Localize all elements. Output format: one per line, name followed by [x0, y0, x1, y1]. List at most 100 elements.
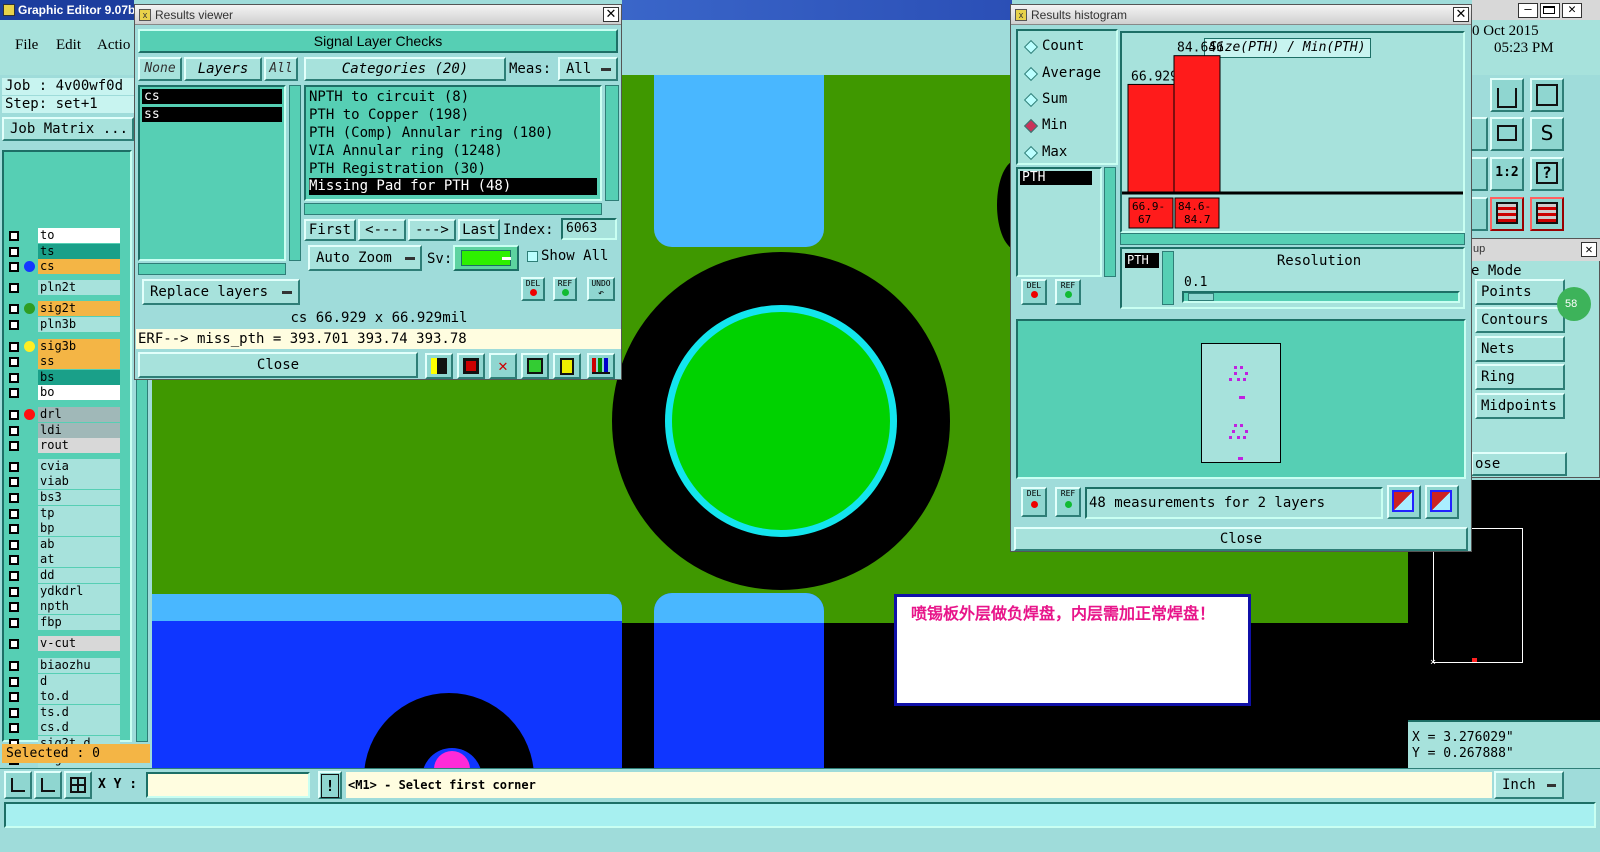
layer-checkbox[interactable] — [9, 262, 19, 273]
layer-checkbox[interactable] — [9, 477, 19, 488]
type-item-pth[interactable]: PTH — [1020, 171, 1092, 185]
first-button[interactable]: First — [304, 219, 356, 241]
layer-row-biaozhu[interactable]: biaozhu — [6, 658, 122, 673]
average-radio[interactable] — [1023, 66, 1039, 82]
toolbar-icon-1[interactable] — [425, 353, 453, 379]
toolbar-icon-3[interactable]: ✕ — [489, 353, 517, 379]
layer-row-d[interactable]: d — [6, 673, 122, 689]
toolbar-icon-2[interactable] — [457, 353, 485, 379]
units-dropdown[interactable]: Inch — [1494, 771, 1564, 799]
results-viewer-titlebar[interactable]: x Results viewer ✕ — [135, 5, 621, 25]
all-layers-button[interactable]: All — [264, 57, 298, 81]
grid-tool-icon[interactable] — [64, 771, 92, 799]
house-icon[interactable] — [1490, 78, 1524, 112]
replace-layers-dropdown[interactable]: Replace layers — [142, 279, 300, 305]
layer-checkbox[interactable] — [9, 341, 19, 352]
layer-row-viab[interactable]: viab — [6, 474, 122, 490]
prev-button[interactable]: <--- — [358, 219, 406, 241]
layer-checkbox[interactable] — [9, 692, 19, 703]
preview-del-button[interactable]: DEL — [1021, 487, 1047, 517]
sub-panel-close-icon[interactable]: ✕ — [1581, 242, 1597, 257]
nets-button[interactable]: Nets — [1475, 336, 1565, 362]
layer-row-drl[interactable]: drl — [6, 407, 122, 422]
category-item-selected[interactable]: Missing Pad for PTH (48) — [309, 178, 597, 195]
show-all-checkbox[interactable] — [527, 251, 538, 262]
layer-checkbox[interactable] — [9, 524, 19, 535]
layer-checkbox[interactable] — [9, 246, 19, 257]
layer-checkbox[interactable] — [9, 586, 19, 597]
export-icon-button[interactable] — [1387, 485, 1421, 519]
layer-row-ts-d[interactable]: ts.d — [6, 704, 122, 720]
layer-row-pln2t[interactable]: pln2t — [6, 279, 122, 295]
toolbar-icon-6[interactable] — [587, 353, 615, 379]
scale-icon[interactable]: 1:2 — [1490, 157, 1524, 191]
menu-file[interactable]: File — [15, 37, 38, 54]
menu-edit[interactable]: Edit — [56, 37, 81, 54]
layer-checkbox[interactable] — [9, 539, 19, 550]
menu-actions[interactable]: Actio — [97, 37, 130, 54]
del-icon-button[interactable]: DEL — [521, 277, 545, 301]
layer-checkbox[interactable] — [9, 508, 19, 519]
layer-row-fbp[interactable]: fbp — [6, 614, 122, 630]
layer-checkbox[interactable] — [9, 388, 19, 399]
xy-input[interactable] — [146, 772, 310, 798]
layer-checkbox[interactable] — [9, 571, 19, 581]
categories-button[interactable]: Categories (20) — [304, 57, 506, 81]
layer-row-to[interactable]: to — [6, 228, 122, 243]
layer-checkbox[interactable] — [9, 723, 19, 734]
layer-row-ldi[interactable]: ldi — [6, 422, 122, 438]
hist-ref-button[interactable]: REF — [1055, 279, 1081, 305]
layer-checkbox[interactable] — [9, 676, 19, 687]
layer-checkbox[interactable] — [9, 441, 19, 452]
net-icon-2[interactable] — [1530, 197, 1564, 231]
layer-checkbox[interactable] — [9, 425, 19, 436]
layer-checkbox[interactable] — [9, 231, 19, 241]
auto-zoom-dropdown[interactable]: Auto Zoom — [308, 245, 422, 271]
sub-panel-close-button[interactable]: ose — [1471, 452, 1567, 476]
layer-row-at[interactable]: at — [6, 552, 122, 568]
meas-dropdown[interactable]: All — [558, 57, 618, 81]
swap-icon[interactable] — [1490, 117, 1524, 151]
layer-row-cvia[interactable]: cvia — [6, 458, 122, 474]
net-icon-1[interactable] — [1490, 197, 1524, 231]
layer-list-hscroll[interactable] — [138, 263, 286, 275]
histogram-close-button[interactable]: Close — [1014, 527, 1468, 551]
minimize-button[interactable]: — — [1518, 3, 1538, 18]
category-item[interactable]: VIA Annular ring (1248) — [309, 143, 503, 159]
layer-row-rout[interactable]: rout — [6, 438, 122, 454]
help-icon[interactable]: ? — [1530, 157, 1564, 191]
category-item[interactable]: PTH to Copper (198) — [309, 107, 469, 123]
none-button[interactable]: None — [138, 57, 182, 81]
layer-checkbox[interactable] — [9, 410, 19, 420]
layer-checkbox[interactable] — [9, 461, 19, 472]
tool-icon-b[interactable] — [1470, 157, 1488, 191]
layer-row-dd[interactable]: dd — [6, 568, 122, 583]
import-icon-button[interactable] — [1425, 485, 1459, 519]
layer-row-v-cut[interactable]: v-cut — [6, 636, 122, 652]
layer-row-bp[interactable]: bp — [6, 521, 122, 537]
tool-icon-c[interactable] — [1470, 197, 1488, 231]
layer-checkbox[interactable] — [9, 320, 19, 330]
histogram-titlebar[interactable]: x Results histogram ✕ — [1011, 5, 1471, 25]
panel-icon[interactable] — [1530, 78, 1564, 112]
category-item[interactable]: PTH (Comp) Annular ring (180) — [309, 125, 553, 141]
layer-row-npth[interactable]: npth — [6, 599, 122, 615]
layer-row-cs-d[interactable]: cs.d — [6, 720, 122, 736]
index-field[interactable]: 6063 — [561, 218, 617, 240]
layer-row-to-d[interactable]: to.d — [6, 689, 122, 705]
layer-checkbox[interactable] — [9, 357, 19, 368]
histogram-bar[interactable] — [1173, 55, 1221, 194]
layer-checkbox[interactable] — [9, 707, 19, 718]
layer-row-ss[interactable]: ss — [6, 354, 122, 370]
midpoints-button[interactable]: Midpoints — [1475, 393, 1565, 419]
toolbar-icon-5[interactable] — [553, 353, 581, 379]
results-viewer-close-button[interactable]: Close — [138, 352, 418, 378]
sum-radio[interactable] — [1023, 92, 1039, 108]
resolution-slider[interactable] — [1182, 291, 1460, 303]
undo-icon-button[interactable]: UNDO ↶ — [587, 277, 615, 301]
next-button[interactable]: ---> — [408, 219, 456, 241]
maximize-button[interactable] — [1540, 3, 1560, 18]
category-item[interactable]: NPTH to circuit (8) — [309, 89, 469, 105]
zoom-tool-icon[interactable] — [4, 771, 32, 799]
points-button[interactable]: Points — [1475, 279, 1565, 305]
